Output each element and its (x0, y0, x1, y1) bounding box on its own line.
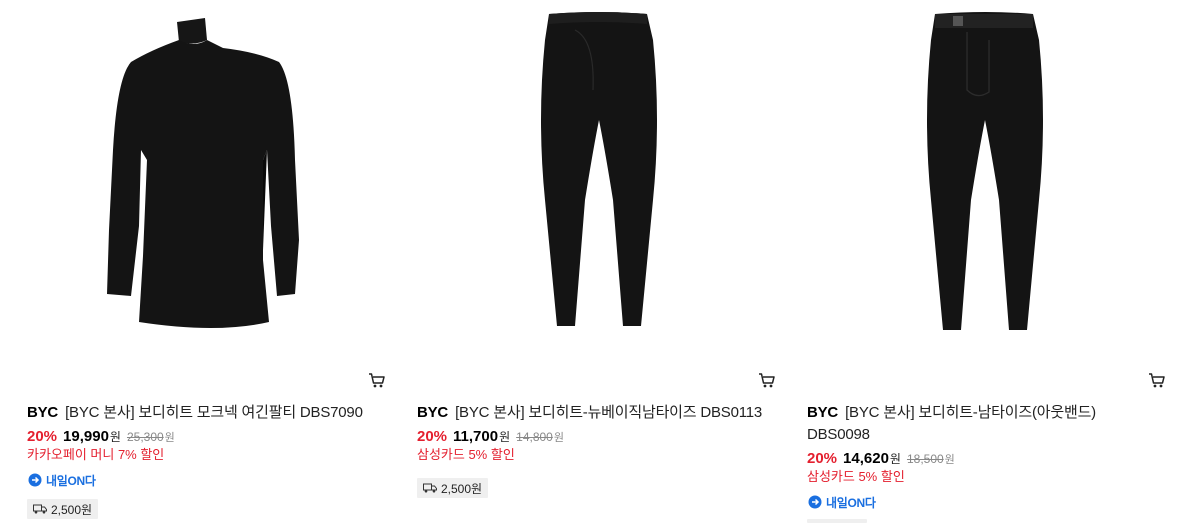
product-brand: BYC (27, 404, 59, 421)
original-price-unit: 원 (553, 432, 564, 444)
product-brand: BYC (807, 404, 839, 421)
original-price-unit: 원 (164, 432, 175, 444)
original-price: 25,300 (126, 430, 164, 444)
sale-price: 19,990 (63, 428, 109, 445)
price-unit: 원 (109, 430, 121, 444)
product-name: [BYC 본사] 보디히트 모크넥 여긴팔티 DBS7090 (65, 404, 363, 421)
mock-neck-top-image (107, 18, 299, 328)
shipping-fee: 2,500원 (417, 478, 489, 498)
delivery-badge: 내일ON다 (807, 494, 876, 510)
discount-rate: 20% (417, 428, 448, 445)
sale-price: 14,620 (843, 450, 889, 467)
product-image[interactable] (27, 0, 389, 362)
price-row: 20% 19,990원 25,300원 (27, 428, 175, 447)
product-image[interactable] (807, 0, 1169, 362)
promo-text: 카카오페이 머니 7% 할인 (27, 447, 165, 462)
cart-icon (1149, 373, 1165, 388)
cart-icon (369, 373, 385, 388)
shipping-fee (807, 519, 867, 523)
cart-icon (759, 373, 775, 388)
mens-tights-image (541, 12, 657, 326)
add-to-cart-button[interactable] (757, 370, 777, 390)
promo-text: 삼성카드 5% 할인 (807, 469, 905, 484)
product-title[interactable]: BYC [BYC 본사] 보디히트 모크넥 여긴팔티 DBS7090 (27, 402, 389, 424)
original-price: 18,500 (906, 452, 944, 466)
product-card[interactable]: BYC [BYC 본사] 보디히트 모크넥 여긴팔티 DBS7090 20% 19,… (27, 0, 389, 523)
product-name: [BYC 본사] 보디히트-뉴베이직남타이즈 DBS0113 (455, 404, 763, 421)
delivery-badge-icon (28, 473, 42, 487)
discount-rate: 20% (27, 428, 58, 445)
product-image[interactable] (417, 0, 779, 362)
price-unit: 원 (499, 430, 511, 444)
shipping-fee: 2,500원 (27, 499, 99, 519)
product-card[interactable]: BYC [BYC 본사] 보디히트-남타이즈(아웃밴드) DBS0098 20% 1… (807, 0, 1169, 523)
delivery-badge-icon (808, 495, 822, 509)
add-to-cart-button[interactable] (367, 370, 387, 390)
truck-icon (423, 483, 437, 493)
price-row: 20% 11,700원 14,800원 (417, 428, 564, 447)
mens-tights-outband-image (927, 12, 1043, 330)
product-brand: BYC (417, 404, 449, 421)
delivery-badge-label: 내일ON다 (826, 495, 876, 510)
original-price-unit: 원 (944, 454, 955, 466)
product-title[interactable]: BYC [BYC 본사] 보디히트-남타이즈(아웃밴드) DBS0098 (807, 402, 1137, 446)
truck-icon (33, 504, 47, 514)
sale-price: 11,700 (453, 428, 499, 445)
product-card[interactable]: BYC [BYC 본사] 보디히트-뉴베이직남타이즈 DBS0113 20% 11,… (417, 0, 779, 523)
delivery-badge: 내일ON다 (27, 472, 96, 488)
product-name: [BYC 본사] 보디히트-남타이즈(아웃밴드) DBS0098 (807, 404, 1096, 443)
delivery-badge-label: 내일ON다 (46, 473, 96, 488)
product-title[interactable]: BYC [BYC 본사] 보디히트-뉴베이직남타이즈 DBS0113 (417, 402, 779, 424)
price-row: 20% 14,620원 18,500원 (807, 450, 955, 469)
promo-text: 삼성카드 5% 할인 (417, 447, 515, 462)
discount-rate: 20% (807, 450, 838, 467)
original-price: 14,800 (516, 430, 553, 444)
add-to-cart-button[interactable] (1147, 370, 1167, 390)
shipping-fee-label: 2,500원 (51, 502, 93, 517)
price-unit: 원 (889, 452, 901, 466)
shipping-fee-label: 2,500원 (441, 481, 483, 496)
